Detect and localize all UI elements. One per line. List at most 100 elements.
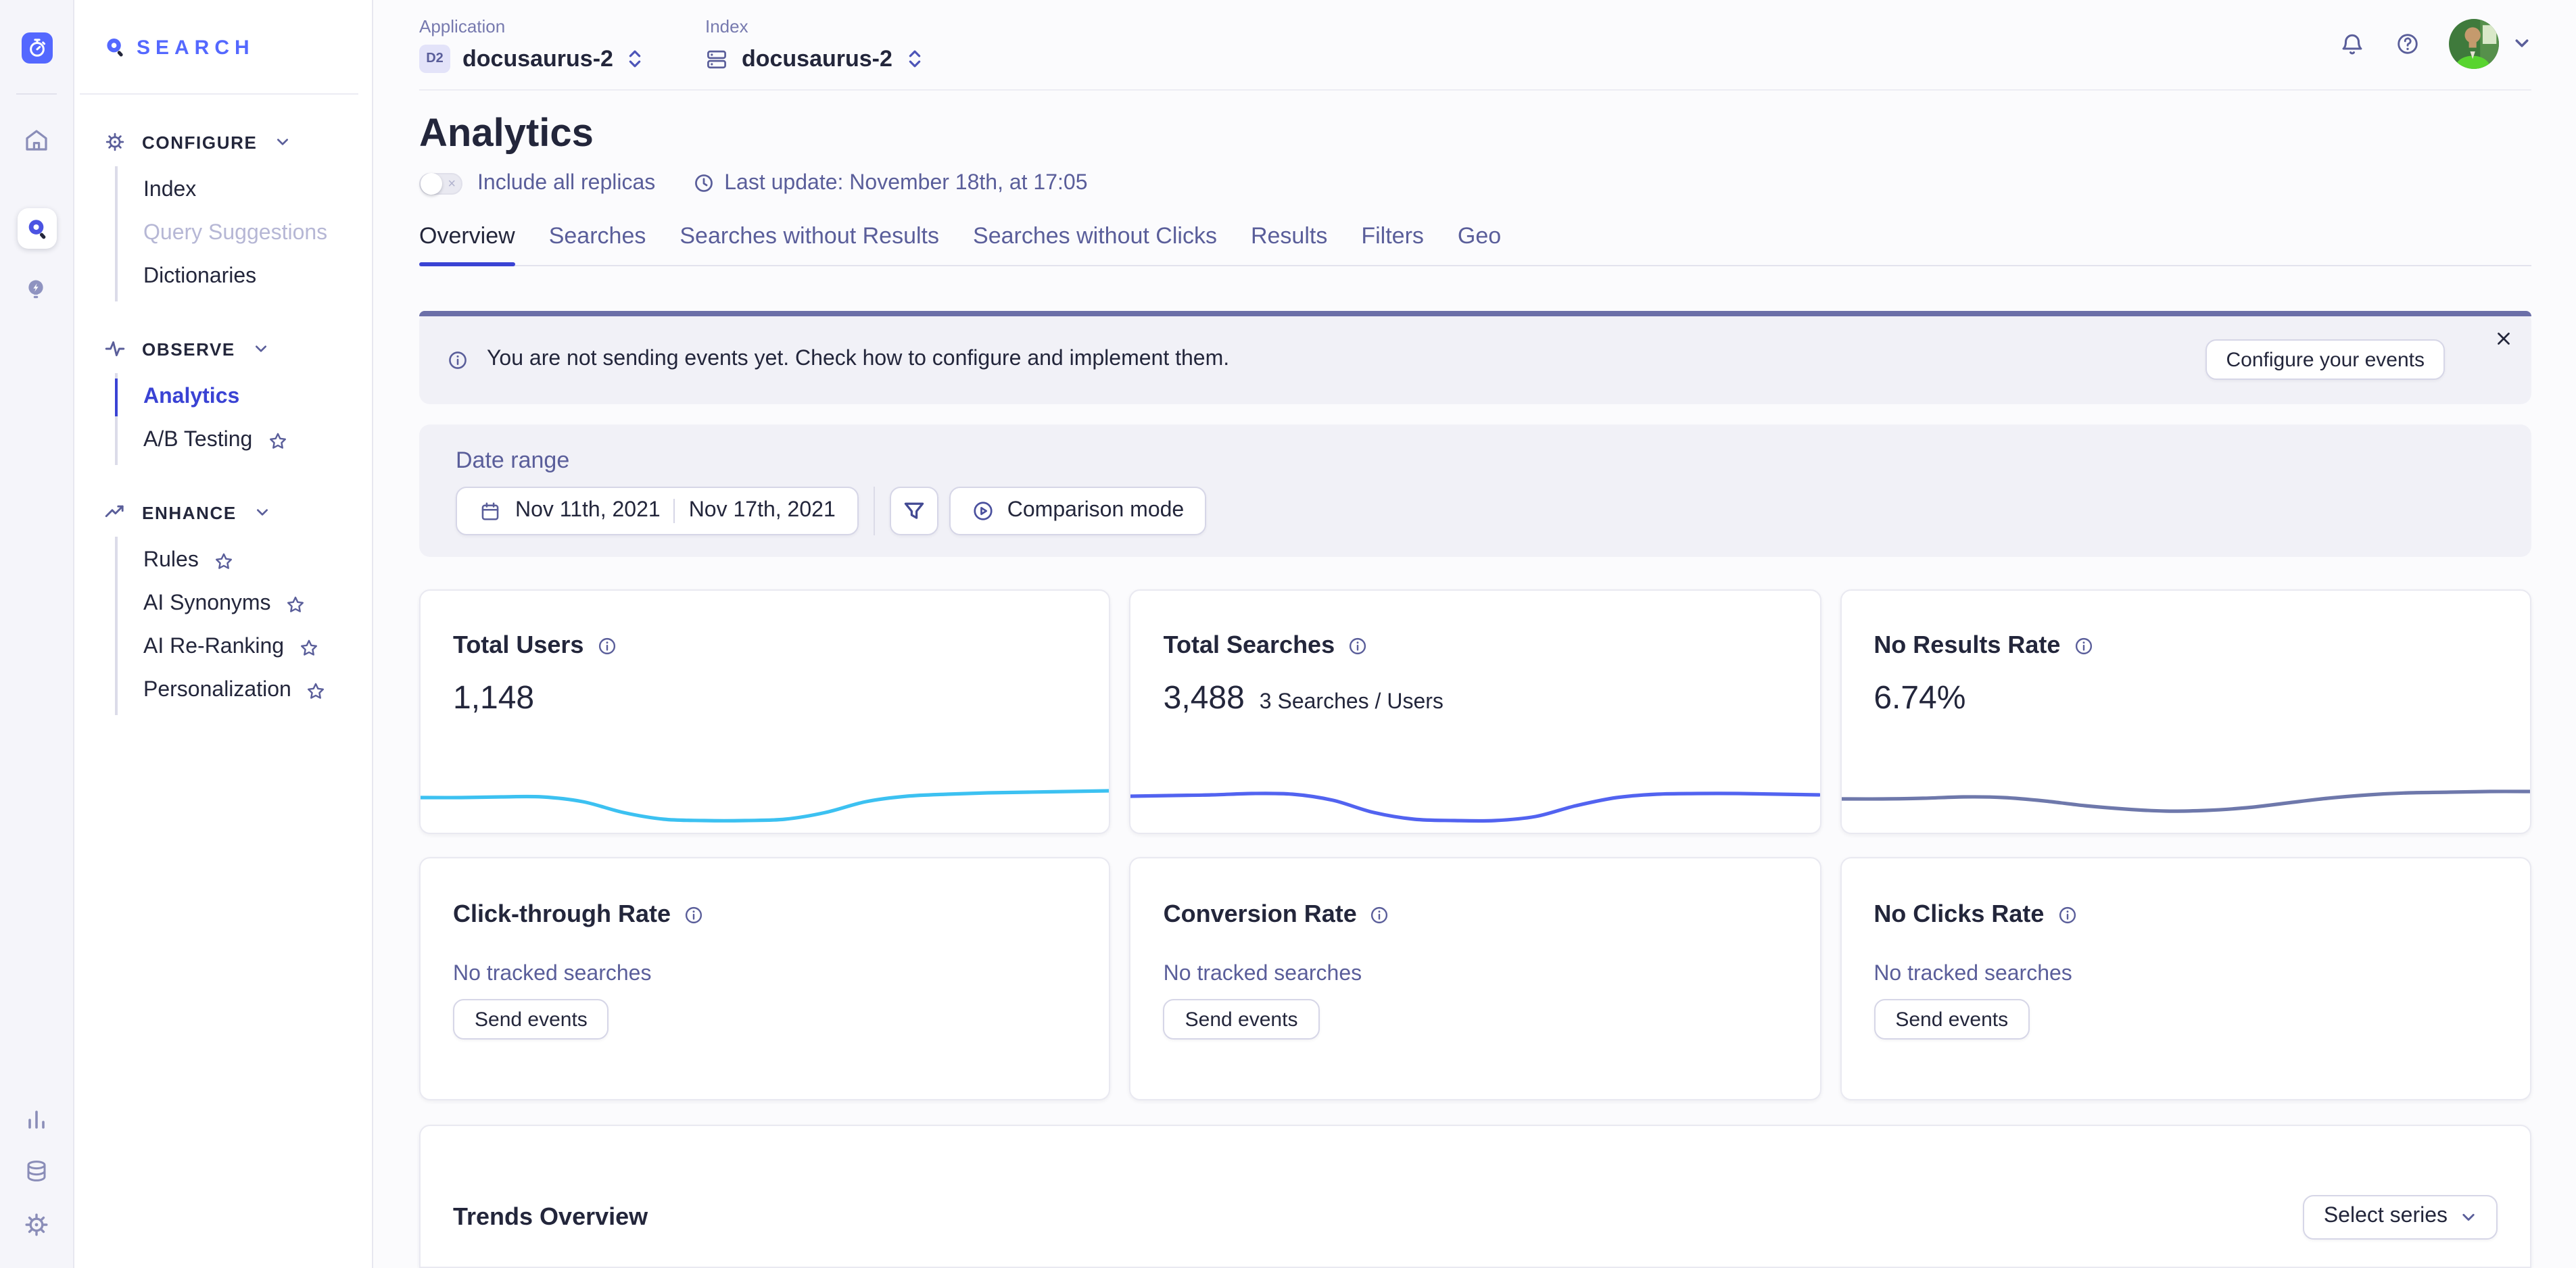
sidebar-section-configure: CONFIGURE Index Query Suggestions Dictio… — [74, 128, 372, 301]
tab-searches[interactable]: Searches — [549, 223, 646, 265]
top-bar: Application D2 docusaurus-2 Index docusa… — [419, 0, 2531, 91]
activity-icon — [104, 338, 126, 360]
icon-rail — [0, 0, 74, 1268]
info-icon[interactable] — [683, 904, 705, 926]
search-logo-icon — [104, 36, 126, 58]
product-logo[interactable]: SEARCH — [74, 32, 372, 62]
sparkline-no-results-rate — [1841, 777, 2530, 833]
section-header-enhance[interactable]: ENHANCE — [74, 499, 372, 526]
search-product-button[interactable] — [17, 208, 56, 249]
trends-overview-card: Trends Overview Select series — [419, 1125, 2531, 1268]
toggle-knob — [421, 173, 442, 195]
star-icon — [286, 594, 306, 614]
trending-up-icon — [104, 502, 126, 523]
include-replicas-toggle[interactable]: × — [419, 173, 462, 195]
send-events-button[interactable]: Send events — [1874, 1000, 2030, 1040]
help-icon[interactable] — [2395, 30, 2420, 56]
info-icon[interactable] — [2072, 635, 2094, 657]
page-title: Analytics — [419, 112, 2531, 155]
bar-chart-icon[interactable] — [23, 1106, 50, 1133]
section-items: Analytics A/B Testing — [115, 373, 372, 465]
configure-events-button[interactable]: Configure your events — [2206, 340, 2446, 381]
sidebar-item-query-suggestions[interactable]: Query Suggestions — [143, 212, 372, 255]
select-series-button[interactable]: Select series — [2304, 1194, 2498, 1239]
section-header-observe[interactable]: OBSERVE — [74, 335, 372, 362]
application-selector[interactable]: Application D2 docusaurus-2 — [419, 16, 646, 74]
tab-searches-without-results[interactable]: Searches without Results — [679, 223, 939, 265]
tab-filters[interactable]: Filters — [1361, 223, 1424, 265]
date-separator — [674, 499, 675, 523]
sidebar-item-ab-testing[interactable]: A/B Testing — [143, 419, 372, 462]
card-title: Conversion Rate — [1164, 901, 1357, 929]
events-banner: You are not sending events yet. Check ho… — [419, 311, 2531, 404]
star-icon — [214, 551, 234, 571]
play-circle-icon — [971, 499, 995, 523]
sparkline-total-searches — [1131, 777, 1820, 833]
product-logo-text: SEARCH — [137, 36, 255, 59]
date-range-button[interactable]: Nov 11th, 2021 Nov 17th, 2021 — [456, 487, 859, 535]
settings-gear-icon[interactable] — [23, 1211, 50, 1238]
last-update-text: Last update: November 18th, at 17:05 — [724, 172, 1087, 196]
vertical-divider — [874, 487, 875, 535]
chevron-down-icon — [254, 504, 270, 520]
rail-divider — [16, 93, 57, 95]
application-label: Application — [419, 16, 646, 36]
card-title: No Clicks Rate — [1874, 901, 2044, 929]
timer-app-button[interactable] — [21, 32, 52, 64]
select-updown-icon — [625, 47, 646, 70]
info-icon[interactable] — [1347, 635, 1368, 657]
card-title: Click-through Rate — [453, 901, 671, 929]
comparison-mode-button[interactable]: Comparison mode — [949, 487, 1206, 535]
sparkline-total-users — [421, 777, 1110, 833]
close-icon[interactable] — [2494, 328, 2514, 349]
sidebar-item-personalization[interactable]: Personalization — [143, 669, 372, 712]
event-cards-row: Click-through Rate No tracked searches S… — [419, 858, 2531, 1101]
sidebar-item-ai-synonyms[interactable]: AI Synonyms — [143, 583, 372, 626]
send-events-button[interactable]: Send events — [1164, 1000, 1320, 1040]
bell-icon[interactable] — [2339, 30, 2365, 56]
stopwatch-icon — [26, 38, 47, 58]
last-update: Last update: November 18th, at 17:05 — [692, 172, 1087, 196]
chevron-down-icon — [253, 341, 269, 357]
tab-results[interactable]: Results — [1251, 223, 1327, 265]
tab-overview[interactable]: Overview — [419, 223, 515, 265]
sidebar-item-analytics[interactable]: Analytics — [143, 376, 372, 419]
filter-button[interactable] — [890, 487, 938, 535]
card-total-searches: Total Searches 3,488 3 Searches / Users — [1130, 590, 1821, 835]
section-items: Rules AI Synonyms AI Re-Ranking Personal… — [115, 537, 372, 715]
info-icon[interactable] — [596, 635, 617, 657]
home-icon[interactable] — [23, 127, 50, 154]
empty-state-text: No tracked searches — [1874, 963, 2498, 987]
banner-message: You are not sending events yet. Check ho… — [487, 348, 1229, 372]
sidebar-item-dictionaries[interactable]: Dictionaries — [143, 255, 372, 299]
sidebar-item-ai-re-ranking[interactable]: AI Re-Ranking — [143, 626, 372, 669]
sidebar-item-rules[interactable]: Rules — [143, 539, 372, 583]
info-icon[interactable] — [1369, 904, 1391, 926]
tab-searches-without-clicks[interactable]: Searches without Clicks — [973, 223, 1217, 265]
star-icon — [299, 637, 319, 658]
section-items: Index Query Suggestions Dictionaries — [115, 166, 372, 301]
select-updown-icon — [905, 47, 925, 70]
sidebar-item-index[interactable]: Index — [143, 169, 372, 212]
chevron-down-icon — [2460, 1208, 2477, 1225]
main-content: Application D2 docusaurus-2 Index docusa… — [373, 0, 2576, 1268]
include-replicas-label: Include all replicas — [477, 172, 655, 196]
info-icon[interactable] — [2056, 904, 2078, 926]
recommend-lightbulb-icon[interactable] — [23, 277, 50, 304]
card-value: 6.74% — [1874, 681, 1965, 718]
database-icon[interactable] — [23, 1159, 50, 1186]
card-click-through-rate: Click-through Rate No tracked searches S… — [419, 858, 1111, 1101]
sidebar-section-observe: OBSERVE Analytics A/B Testing — [74, 335, 372, 465]
sidebar-section-enhance: ENHANCE Rules AI Synonyms AI Re-Ranking — [74, 499, 372, 715]
account-chevron-down-icon[interactable] — [2512, 34, 2531, 53]
trends-title: Trends Overview — [453, 1202, 648, 1231]
kpi-cards-row: Total Users 1,148 Total Searches 3,488 — [419, 590, 2531, 835]
card-value: 3,488 — [1164, 681, 1245, 718]
send-events-button[interactable]: Send events — [453, 1000, 609, 1040]
card-conversion-rate: Conversion Rate No tracked searches Send… — [1130, 858, 1821, 1101]
avatar[interactable] — [2449, 18, 2499, 68]
section-header-configure[interactable]: CONFIGURE — [74, 128, 372, 155]
card-title: Total Users — [453, 632, 583, 660]
tab-geo[interactable]: Geo — [1458, 223, 1501, 265]
index-selector[interactable]: Index docusaurus-2 — [705, 16, 925, 74]
